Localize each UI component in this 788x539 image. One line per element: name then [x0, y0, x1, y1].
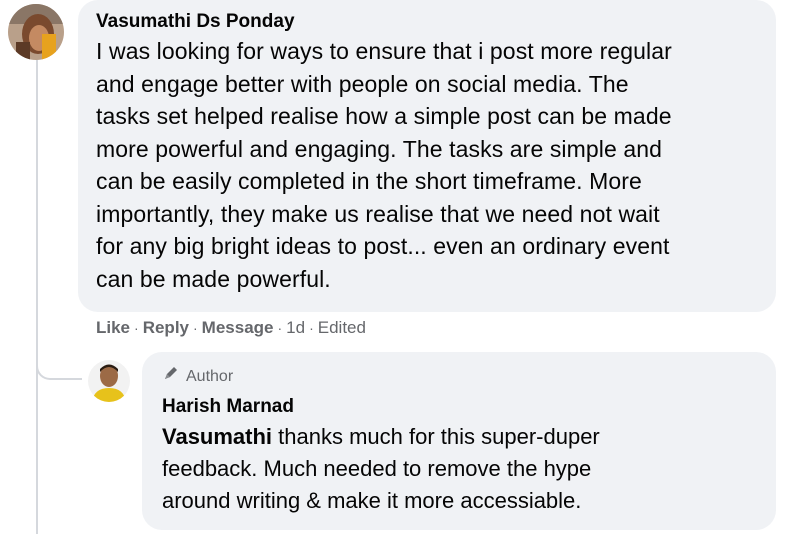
comment-line: and engage better with people on social … [96, 70, 629, 97]
like-button[interactable]: Like [96, 318, 130, 338]
comment-line: can be made powerful. [96, 265, 331, 292]
comment-actions: Like · Reply · Message · 1d · Edited [96, 318, 366, 338]
reply-text: Vasumathi thanks much for this super-dup… [162, 421, 758, 517]
comment-line: for any big bright ideas to post... even… [96, 233, 670, 259]
separator: · [309, 320, 314, 336]
reply-bubble: Author Harish Marnad Vasumathi thanks mu… [142, 352, 776, 530]
timestamp-link[interactable]: 1d [286, 318, 305, 338]
comment-author-name[interactable]: Vasumathi Ds Ponday [96, 10, 758, 34]
reply-line: around writing & make it more accessiabl… [162, 488, 582, 513]
mention-link[interactable]: Vasumathi [162, 424, 272, 449]
reply-line: Vasumathi thanks much for this super-dup… [162, 421, 758, 453]
message-button[interactable]: Message [202, 318, 274, 338]
comment-line: tasks set helped realise how a simple po… [96, 103, 672, 129]
reply-line-text: thanks much for this super-duper [272, 424, 600, 449]
reply-author-name[interactable]: Harish Marnad [162, 395, 758, 419]
thread-line [36, 54, 38, 534]
reply-avatar[interactable] [88, 360, 130, 402]
separator: · [277, 320, 283, 336]
edited-label[interactable]: Edited [318, 318, 366, 338]
reply-connector [36, 360, 82, 380]
comment-line: I was looking for ways to ensure that i … [96, 38, 672, 64]
comment-bubble: Vasumathi Ds Ponday I was looking for wa… [78, 0, 776, 312]
comment-line: more powerful and engaging. The tasks ar… [96, 135, 663, 162]
author-badge-label: Author [186, 367, 234, 385]
avatar[interactable] [8, 4, 64, 60]
reply-button[interactable]: Reply [143, 318, 189, 338]
reply-line: feedback. Much needed to remove the hype [162, 456, 592, 481]
pen-icon [162, 364, 180, 389]
separator: · [193, 320, 198, 336]
comment-line: can be easily completed in the short tim… [96, 168, 642, 194]
comment-text: I was looking for ways to ensure that i … [96, 35, 758, 295]
author-badge: Author [162, 364, 758, 389]
separator: · [134, 320, 139, 336]
comment-line: importantly, they make us realise that w… [96, 200, 660, 227]
